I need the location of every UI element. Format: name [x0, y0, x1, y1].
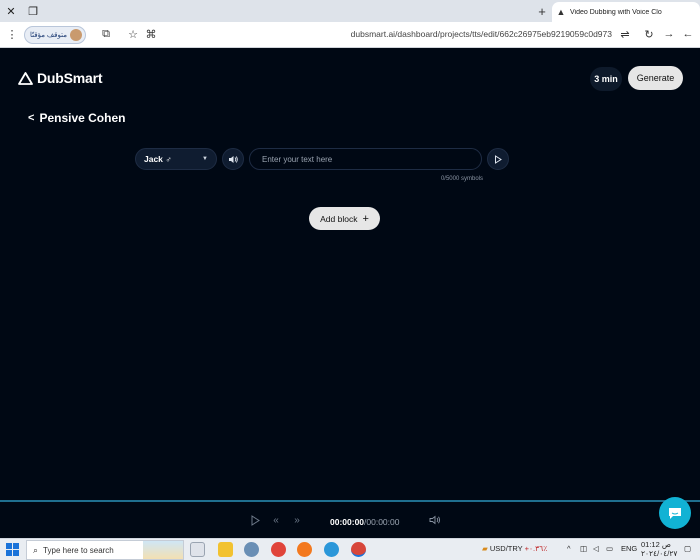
logo-triangle-icon — [18, 71, 33, 85]
volume-icon[interactable] — [428, 513, 442, 527]
generate-button[interactable]: Generate — [628, 66, 683, 90]
taskbar-search[interactable]: ⌕ Type here to search — [26, 540, 184, 560]
avatar — [70, 29, 82, 41]
chrome-icon[interactable] — [271, 542, 286, 557]
clock-time: 01:12 ص — [641, 540, 671, 549]
forward-icon[interactable]: → — [661, 26, 677, 42]
browser-tab[interactable]: ▲ Video Dubbing with Voice Clo — [552, 2, 700, 22]
current-time: 00:00:00 — [330, 517, 365, 527]
credits-badge[interactable]: 3 min — [590, 67, 622, 91]
profile-button[interactable]: متوقف مؤقتًا — [24, 26, 86, 44]
task-view-icon[interactable] — [190, 542, 205, 557]
tray-chevron-up-icon[interactable]: ^ — [567, 544, 571, 553]
playback-time: 00:00:00/00:00:00 — [330, 517, 399, 527]
chrome-active-icon[interactable] — [351, 542, 366, 557]
voice-preview-button[interactable] — [222, 148, 244, 170]
battery-icon[interactable]: ▭ — [606, 544, 613, 553]
logo-text: DubSmart — [37, 70, 103, 86]
telegram-icon[interactable] — [324, 542, 339, 557]
chevron-down-icon: ▼ — [202, 156, 208, 162]
network-icon[interactable]: ◫ — [580, 544, 587, 553]
chevron-left-icon: < — [28, 112, 35, 124]
new-tab-icon[interactable]: + — [534, 3, 550, 19]
address-bar[interactable]: dubsmart.ai/dashboard/projects/tts/edit/… — [350, 29, 612, 39]
page-title: Pensive Cohen — [39, 111, 126, 125]
search-icon: ⌕ — [33, 544, 39, 555]
tune-icon[interactable]: ⇌ — [617, 26, 633, 42]
block-text-input[interactable] — [249, 148, 482, 170]
windows-taskbar: ⌕ Type here to search ▰ USD/TRY +٠.٣٦٪ ^… — [0, 538, 700, 560]
ticker-label: USD/TRY — [489, 544, 523, 553]
file-explorer-icon[interactable] — [218, 542, 233, 557]
restore-window-icon[interactable]: ❐ — [22, 0, 44, 22]
play-icon[interactable] — [248, 513, 262, 527]
translate-icon[interactable]: ⌘ — [143, 26, 159, 42]
add-block-button[interactable]: Add block + — [309, 207, 380, 230]
language-indicator[interactable]: ENG — [621, 544, 637, 553]
browser-tabbar: ✕ ❐ + ▲ Video Dubbing with Voice Clo — [0, 0, 700, 22]
back-icon[interactable]: ← — [680, 26, 696, 42]
support-chat-button[interactable] — [659, 497, 691, 529]
add-block-label: Add block — [320, 213, 358, 224]
fast-forward-icon[interactable]: » — [290, 513, 304, 527]
browser-toolbar: ⋮ متوقف مؤقتًا ⧉ ☆ ⌘ dubsmart.ai/dashboa… — [0, 22, 700, 48]
voice-select[interactable]: Jack ♂ ▼ — [135, 148, 217, 170]
ticker-change: +٠.٣٦٪ — [524, 544, 548, 553]
windows-start-icon[interactable] — [6, 543, 19, 556]
volume-tray-icon[interactable]: ◁ — [593, 544, 599, 553]
ticker-widget[interactable]: ▰ USD/TRY +٠.٣٦٪ — [482, 544, 547, 553]
firefox-icon[interactable] — [297, 542, 312, 557]
tab-title: Video Dubbing with Voice Clo — [570, 8, 662, 16]
notifications-icon[interactable]: ▢ — [684, 544, 691, 553]
play-icon — [495, 154, 502, 164]
sidebar-menu-icon[interactable]: ⋮ — [4, 26, 20, 42]
reload-icon[interactable]: ↻ — [641, 26, 657, 42]
bookmark-star-icon[interactable]: ☆ — [125, 26, 141, 42]
chat-bubble-icon — [669, 507, 681, 519]
clock[interactable]: 01:12 ص ٢٠٢٤/٠٤/٢٧ — [641, 540, 678, 558]
duration: /00:00:00 — [364, 517, 400, 527]
plus-icon: + — [362, 212, 369, 225]
block-play-button[interactable] — [487, 148, 509, 170]
dubsmart-favicon-icon: ▲ — [556, 7, 566, 17]
close-window-icon[interactable]: ✕ — [0, 0, 22, 22]
rewind-icon[interactable]: « — [269, 513, 283, 527]
taskbar-search-placeholder: Type here to search — [43, 545, 114, 555]
audio-player: « » 00:00:00/00:00:00 — [0, 502, 700, 538]
speaker-icon — [229, 155, 238, 163]
symbol-counter: 0/5000 symbols — [440, 176, 483, 182]
chart-icon: ▰ — [482, 544, 488, 553]
extensions-icon[interactable]: ⧉ — [98, 26, 114, 42]
app-icon[interactable] — [244, 542, 259, 557]
clock-date: ٢٠٢٤/٠٤/٢٧ — [641, 549, 678, 558]
search-highlight-image — [143, 541, 183, 559]
dubsmart-logo[interactable]: DubSmart — [18, 70, 102, 86]
back-link[interactable]: < Pensive Cohen — [28, 111, 125, 125]
profile-label: متوقف مؤقتًا — [30, 32, 67, 39]
voice-select-value: Jack ♂ — [144, 154, 172, 164]
